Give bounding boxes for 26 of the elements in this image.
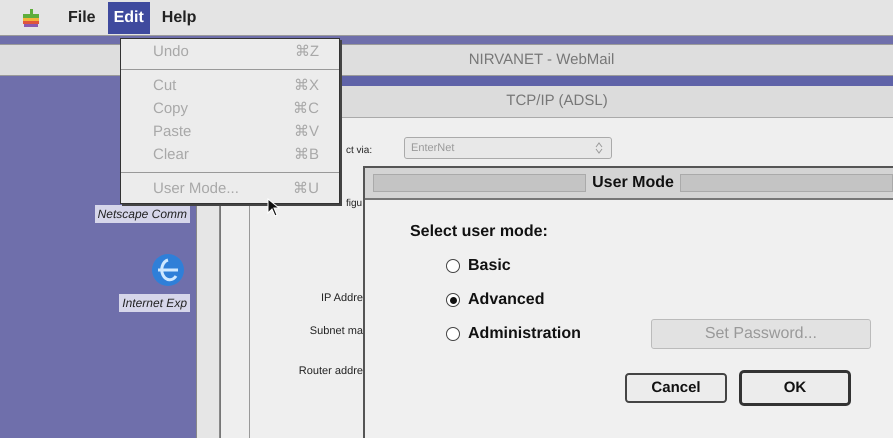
- field-label: Router addre: [298, 364, 363, 379]
- radio-button[interactable]: [446, 259, 460, 273]
- icon-label[interactable]: Internet Exp: [119, 294, 190, 312]
- globe-icon[interactable]: [150, 252, 186, 288]
- mouse-pointer-icon: [267, 198, 281, 218]
- menu-item[interactable]: Help: [156, 2, 202, 34]
- radio-button[interactable]: [446, 293, 460, 307]
- dialog-button[interactable]: Cancel: [625, 373, 727, 403]
- window-title: NIRVANET - WebMail: [468, 50, 614, 70]
- field-label: Subnet ma: [310, 324, 363, 339]
- dialog-title: User Mode: [592, 173, 674, 193]
- menu-item[interactable]: Edit: [108, 2, 150, 34]
- prompt-text: Select user mode:: [410, 223, 548, 240]
- field-label: figu: [346, 196, 362, 211]
- field-label: ct via:: [346, 144, 372, 158]
- radio-label[interactable]: Advanced: [468, 288, 544, 312]
- field-label: IP Addre: [321, 291, 363, 306]
- radio-button[interactable]: [446, 327, 460, 341]
- radio-label[interactable]: Basic: [468, 254, 511, 278]
- window-title: TCP/IP (ADSL): [506, 91, 608, 112]
- stepper-arrows-icon: [595, 142, 603, 154]
- menu-item[interactable]: File: [62, 2, 102, 34]
- radio-label[interactable]: Administration: [468, 322, 581, 346]
- dialog-button[interactable]: OK: [739, 370, 851, 406]
- icon-label[interactable]: Netscape Comm: [94, 205, 190, 223]
- apple-logo-icon[interactable]: [22, 8, 40, 28]
